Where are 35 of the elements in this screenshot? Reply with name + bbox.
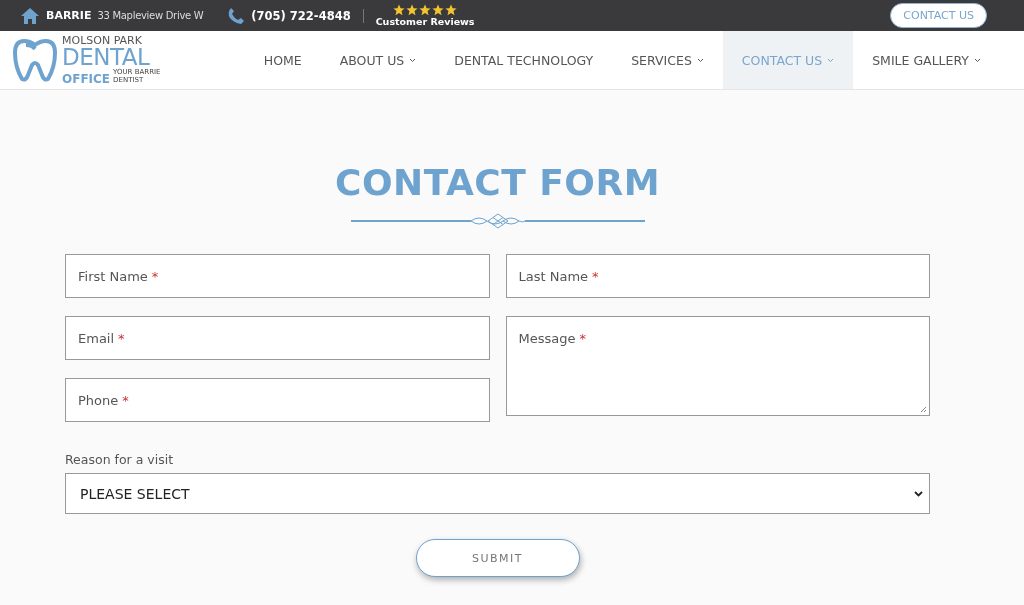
star-icon — [432, 4, 445, 16]
reviews-label: Customer Reviews — [375, 16, 475, 27]
submit-button[interactable]: SUBMIT — [415, 539, 580, 577]
chevron-down-icon — [696, 57, 704, 63]
chevron-down-icon — [827, 57, 835, 63]
nav-item[interactable]: HOME — [244, 31, 321, 89]
phone-link[interactable]: (705) 722-4848 — [251, 8, 351, 23]
phone-icon — [227, 6, 246, 25]
input-field[interactable]: Phone * — [65, 378, 490, 422]
logo-text: MOLSON PARK — [62, 35, 143, 47]
star-icon — [406, 4, 419, 16]
city-label: BARRIE — [46, 9, 92, 22]
address-text: 33 Mapleview Drive W — [97, 10, 204, 21]
star-icon — [445, 4, 458, 16]
chevron-down-icon — [914, 490, 923, 497]
message-field[interactable]: Message * — [505, 316, 930, 416]
logo-text: DENTAL — [62, 46, 150, 70]
tooth-icon — [12, 37, 58, 83]
star-icon — [419, 4, 432, 16]
house-icon — [20, 6, 40, 25]
input-field[interactable]: Email * — [65, 316, 490, 360]
chevron-down-icon — [409, 57, 417, 63]
form-title: CONTACT FORM — [335, 162, 660, 203]
nav-item[interactable]: SERVICES — [612, 31, 723, 89]
input-field[interactable]: First Name * — [65, 254, 490, 298]
nav-item[interactable]: DENTAL TECHNOLOGY — [435, 31, 613, 89]
star-icon — [393, 4, 406, 16]
resize-grip-icon[interactable] — [920, 406, 927, 413]
reason-dropdown[interactable]: PLEASE SELECT — [65, 473, 930, 514]
input-field[interactable]: Last Name * — [505, 254, 930, 298]
nav-item[interactable]: ABOUT US — [320, 31, 436, 89]
field-label: Reason for a visit — [65, 452, 174, 467]
logo-text: OFFICE — [62, 72, 111, 85]
chevron-down-icon — [974, 57, 981, 63]
nav-item[interactable]: SMILE GALLERY — [853, 31, 1000, 89]
